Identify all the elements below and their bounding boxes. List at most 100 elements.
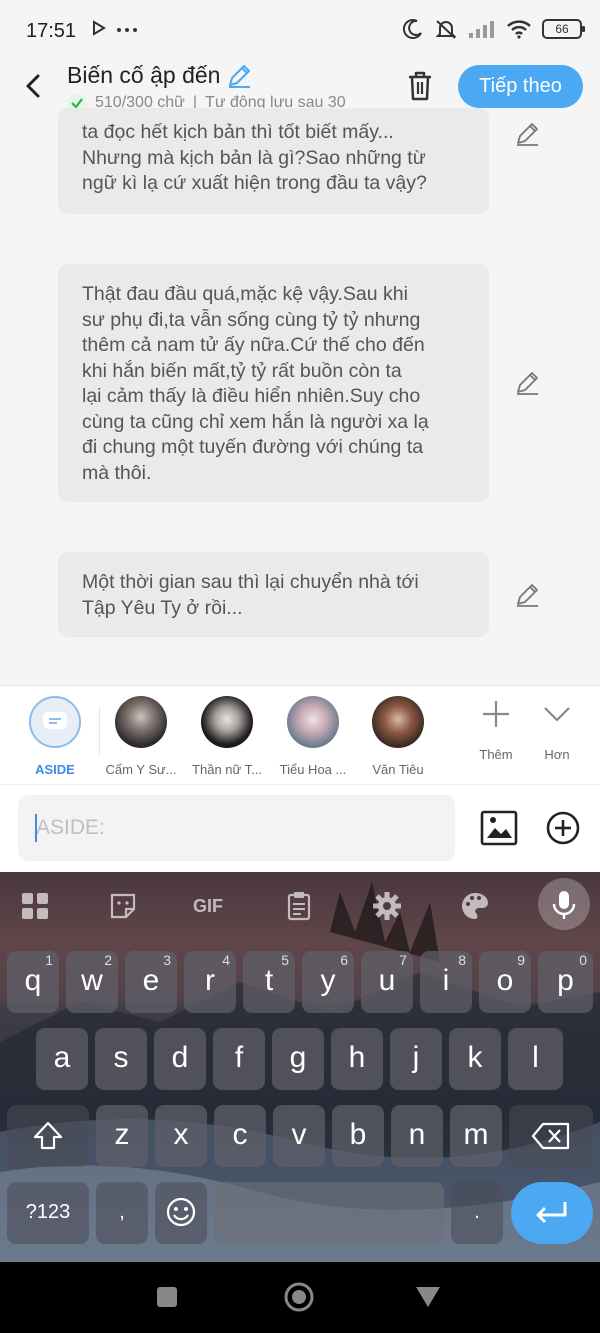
- text-caret: [35, 814, 37, 842]
- story-title-text: Biến cố ập đến: [67, 62, 221, 88]
- message-text: ta đọc hết kịch bản thì tốt biết mấy... …: [82, 121, 427, 194]
- next-button[interactable]: Tiếp theo: [458, 65, 583, 108]
- key-b[interactable]: b: [332, 1105, 384, 1167]
- status-bar: 17:51 66: [0, 0, 600, 60]
- period-key[interactable]: .: [451, 1182, 503, 1244]
- key-s[interactable]: s: [95, 1028, 147, 1090]
- composer: ASIDE:: [0, 784, 600, 872]
- key-l[interactable]: l: [508, 1028, 563, 1090]
- keyboard: GIF q1 w2 e3 r4 t5 y6 u7 i8 o9 p0 a s d …: [0, 872, 600, 1262]
- mute-icon: [435, 20, 457, 39]
- home-circle-icon[interactable]: [283, 1281, 315, 1313]
- message-bubble[interactable]: Thật đau đầu quá,mặc kệ vậy.Sau khi sư p…: [58, 264, 489, 502]
- character-item[interactable]: Cẩm Y Sư...: [97, 696, 185, 777]
- back-arrow-icon[interactable]: [16, 68, 52, 104]
- key-g[interactable]: g: [272, 1028, 324, 1090]
- recents-square-icon[interactable]: [156, 1286, 178, 1308]
- sticker-icon[interactable]: [107, 890, 139, 922]
- key-t[interactable]: t5: [243, 951, 295, 1013]
- key-i[interactable]: i8: [420, 951, 472, 1013]
- status-time: 17:51: [26, 20, 77, 42]
- emoji-icon: [166, 1197, 196, 1227]
- key-c[interactable]: c: [214, 1105, 266, 1167]
- character-avatar: [287, 696, 339, 748]
- battery-indicator: 66: [542, 19, 585, 39]
- story-title[interactable]: Biến cố ập đến: [67, 62, 252, 89]
- shift-key[interactable]: [7, 1105, 89, 1167]
- aside-avatar: [29, 696, 81, 748]
- system-nav-bar: [0, 1262, 600, 1333]
- numbers-key[interactable]: ?123: [7, 1182, 89, 1244]
- message-text: Thật đau đầu quá,mặc kệ vậy.Sau khi sư p…: [82, 283, 429, 484]
- enter-key[interactable]: [511, 1182, 593, 1244]
- status-right-icons: 66: [402, 18, 585, 40]
- keyboard-toolbar: GIF: [0, 872, 600, 938]
- character-avatar: [201, 696, 253, 748]
- clipboard-icon[interactable]: [283, 890, 315, 922]
- mic-button[interactable]: [538, 878, 590, 930]
- key-q[interactable]: q1: [7, 951, 59, 1013]
- key-h[interactable]: h: [331, 1028, 383, 1090]
- backspace-icon: [531, 1122, 570, 1150]
- edit-message-icon[interactable]: [514, 370, 540, 396]
- add-label: Thêm: [479, 747, 513, 762]
- message-input[interactable]: ASIDE:: [18, 795, 455, 861]
- key-o[interactable]: o9: [479, 951, 531, 1013]
- theme-icon[interactable]: [459, 890, 491, 922]
- more-label: Hơn: [544, 747, 570, 762]
- back-triangle-icon[interactable]: [415, 1285, 441, 1309]
- add-circle-icon[interactable]: [544, 809, 582, 847]
- key-e[interactable]: e3: [125, 951, 177, 1013]
- chevron-down-icon: [544, 707, 570, 722]
- wifi-icon: [507, 20, 531, 39]
- gif-icon[interactable]: GIF: [193, 890, 233, 922]
- signal-icon: [469, 21, 494, 38]
- enter-icon: [536, 1202, 567, 1224]
- comma-key[interactable]: ,: [96, 1182, 148, 1244]
- key-m[interactable]: m: [450, 1105, 502, 1167]
- key-x[interactable]: x: [155, 1105, 207, 1167]
- character-avatar: [115, 696, 167, 748]
- add-character-button[interactable]: Thêm: [466, 698, 526, 762]
- character-item[interactable]: Thần nữ T...: [183, 696, 271, 777]
- key-v[interactable]: v: [273, 1105, 325, 1167]
- character-aside[interactable]: ASIDE: [11, 696, 99, 777]
- key-k[interactable]: k: [449, 1028, 501, 1090]
- message-bubble[interactable]: ta đọc hết kịch bản thì tốt biết mấy... …: [58, 108, 489, 214]
- key-d[interactable]: d: [154, 1028, 206, 1090]
- key-y[interactable]: y6: [302, 951, 354, 1013]
- edit-title-icon[interactable]: [226, 63, 252, 89]
- key-z[interactable]: z: [96, 1105, 148, 1167]
- character-item[interactable]: Văn Tiêu: [354, 696, 442, 777]
- status-left-icons: [92, 20, 138, 36]
- mic-icon: [552, 891, 576, 919]
- space-key[interactable]: [214, 1182, 444, 1244]
- apps-icon[interactable]: [19, 890, 51, 922]
- backspace-key[interactable]: [509, 1105, 593, 1167]
- edit-message-icon[interactable]: [514, 121, 540, 147]
- image-icon[interactable]: [480, 809, 518, 847]
- character-item[interactable]: Tiểu Hoa ...: [269, 696, 357, 777]
- shift-icon: [33, 1121, 63, 1150]
- key-n[interactable]: n: [391, 1105, 443, 1167]
- input-placeholder: ASIDE:: [36, 816, 105, 839]
- message-text: Một thời gian sau thì lại chuyển nhà tới…: [82, 571, 419, 619]
- character-name: Cẩm Y Sư...: [105, 762, 177, 777]
- character-name: Văn Tiêu: [372, 762, 424, 777]
- key-p[interactable]: p0: [538, 951, 593, 1013]
- key-u[interactable]: u7: [361, 951, 413, 1013]
- key-w[interactable]: w2: [66, 951, 118, 1013]
- moon-icon: [402, 19, 422, 40]
- emoji-key[interactable]: [155, 1182, 207, 1244]
- settings-icon[interactable]: [371, 890, 403, 922]
- key-f[interactable]: f: [213, 1028, 265, 1090]
- character-name: Thần nữ T...: [192, 762, 262, 777]
- chat-bubble-icon: [43, 712, 67, 729]
- more-characters-button[interactable]: Hơn: [527, 698, 587, 762]
- message-bubble[interactable]: Một thời gian sau thì lại chuyển nhà tới…: [58, 552, 489, 637]
- key-r[interactable]: r4: [184, 951, 236, 1013]
- trash-icon[interactable]: [402, 68, 438, 104]
- key-j[interactable]: j: [390, 1028, 442, 1090]
- key-a[interactable]: a: [36, 1028, 88, 1090]
- edit-message-icon[interactable]: [514, 582, 540, 608]
